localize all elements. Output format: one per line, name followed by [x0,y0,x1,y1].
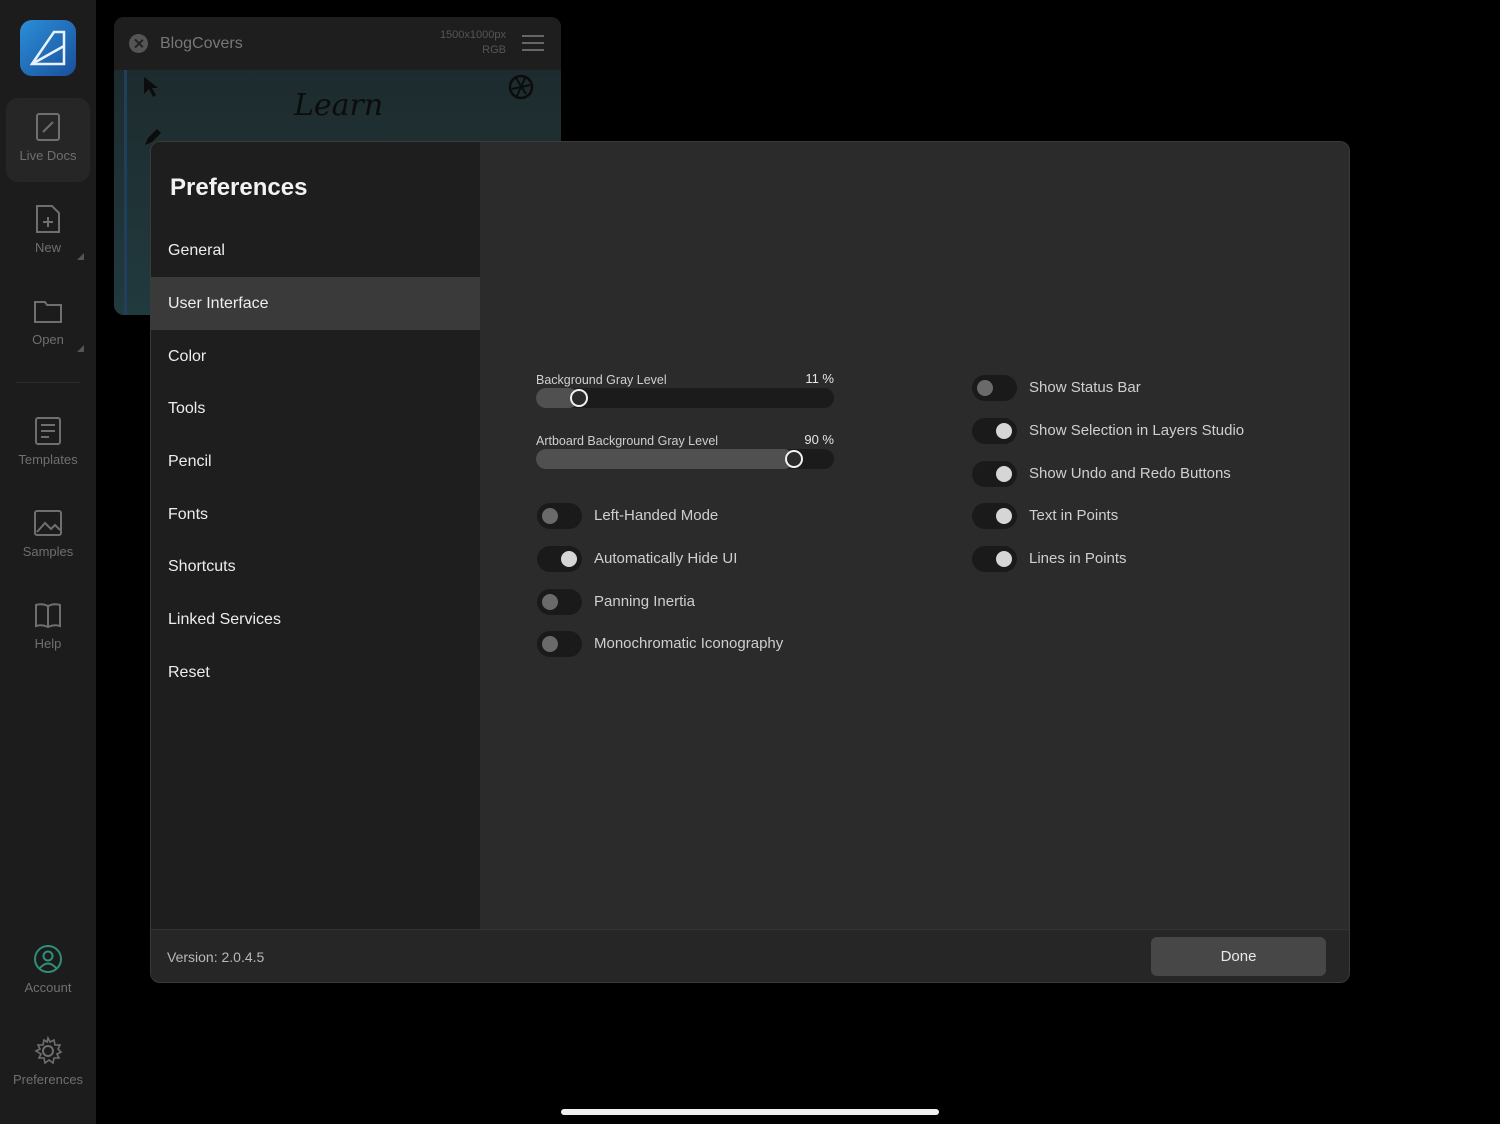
toggle-label: Left-Handed Mode [594,507,719,524]
dialog-footer: Version: 2.0.4.5 Done [151,929,1349,982]
expand-corner-icon [77,253,84,260]
app-logo [20,20,76,76]
show-selection-layers-toggle[interactable] [972,418,1017,444]
toggle-label: Show Undo and Redo Buttons [1029,465,1231,482]
document-title: BlogCovers [160,35,243,52]
done-button[interactable]: Done [1151,937,1326,976]
show-status-bar-toggle[interactable] [972,375,1017,401]
slider-label: Background Gray Level [536,373,667,387]
hamburger-menu-icon[interactable] [522,35,544,51]
panning-inertia-toggle[interactable] [537,589,582,615]
toggle-label: Monochromatic Iconography [594,635,784,652]
sidebar-item-label: Account [24,980,72,995]
sidebar-item-label: Samples [22,544,74,559]
sidebar-item-label: Open [32,332,64,347]
nav-item-user-interface[interactable]: User Interface [151,277,480,330]
slider-value: 90 % [804,432,834,447]
toggle-label: Text in Points [1029,507,1119,524]
sidebar-item-live-docs[interactable]: Live Docs [6,98,90,182]
nav-item-general[interactable]: General [151,224,480,277]
slider-track[interactable] [536,388,834,408]
document-colorspace: RGB [482,44,506,56]
toggle-label: Automatically Hide UI [594,550,738,567]
gear-icon [34,1036,63,1065]
lines-in-points-toggle[interactable] [972,546,1017,572]
document-size: 1500x1000px [439,29,506,41]
templates-icon [35,417,61,445]
slider-label: Artboard Background Gray Level [536,434,719,448]
sidebar-item-open[interactable]: Open [6,282,90,366]
folder-icon [34,301,62,323]
auto-hide-ui-toggle[interactable] [537,546,582,572]
sidebar-item-label: New [34,240,61,255]
dialog-title: Preferences [170,174,308,201]
toggle-label: Show Selection in Layers Studio [1029,422,1245,439]
toggle-label: Lines in Points [1029,550,1127,567]
pointer-tool-icon [144,77,158,97]
slider-thumb[interactable] [784,450,803,468]
sidebar-item-account[interactable]: Account [6,930,90,1014]
canvas-text: Learn [294,88,384,123]
monochromatic-iconography-toggle[interactable] [537,631,582,657]
sidebar-item-help[interactable]: Help [6,586,90,670]
nav-item-color[interactable]: Color [151,330,480,383]
expand-corner-icon [77,345,84,352]
sidebar-item-label: Help [34,636,62,651]
document-info: 1500x1000px RGB [440,28,506,58]
aperture-icon [508,74,534,100]
text-in-points-toggle[interactable] [972,503,1017,529]
home-indicator[interactable] [561,1109,939,1115]
slider-thumb[interactable] [569,389,588,407]
preferences-content: Background Gray Level 11 % Artboard Back… [480,142,1349,929]
new-document-icon [36,205,60,233]
slider-track[interactable] [536,449,834,469]
sidebar-item-preferences[interactable]: Preferences [6,1022,90,1106]
app-sidebar: Live Docs New Open Templates Samples Hel… [0,0,96,1124]
sidebar-item-label: Templates [18,452,78,467]
nav-item-fonts[interactable]: Fonts [151,488,480,541]
sidebar-item-label: Preferences [12,1072,84,1087]
sidebar-item-label: Live Docs [19,148,77,163]
document-header: BlogCovers 1500x1000px RGB [114,17,561,70]
nav-item-linked-services[interactable]: Linked Services [151,593,480,646]
nav-item-shortcuts[interactable]: Shortcuts [151,540,480,593]
preferences-nav: Preferences General User Interface Color… [151,142,480,929]
slider-fill [536,449,794,469]
sidebar-item-templates[interactable]: Templates [6,402,90,486]
slider-value: 11 % [805,371,834,386]
sidebar-item-samples[interactable]: Samples [6,494,90,578]
nav-item-reset[interactable]: Reset [151,646,480,699]
nav-item-pencil[interactable]: Pencil [151,435,480,488]
book-icon [35,603,61,629]
account-icon [34,945,62,973]
document-edit-icon [36,113,60,141]
version-label: Version: 2.0.4.5 [167,949,265,965]
nav-item-tools[interactable]: Tools [151,382,480,435]
toggle-label: Show Status Bar [1029,379,1141,396]
close-icon[interactable] [129,34,148,53]
preferences-dialog: Preferences General User Interface Color… [150,141,1350,983]
left-handed-mode-toggle[interactable] [537,503,582,529]
image-icon [34,510,62,536]
sidebar-divider [16,382,80,383]
sidebar-item-new[interactable]: New [6,190,90,274]
toggle-label: Panning Inertia [594,593,695,610]
show-undo-redo-toggle[interactable] [972,461,1017,487]
